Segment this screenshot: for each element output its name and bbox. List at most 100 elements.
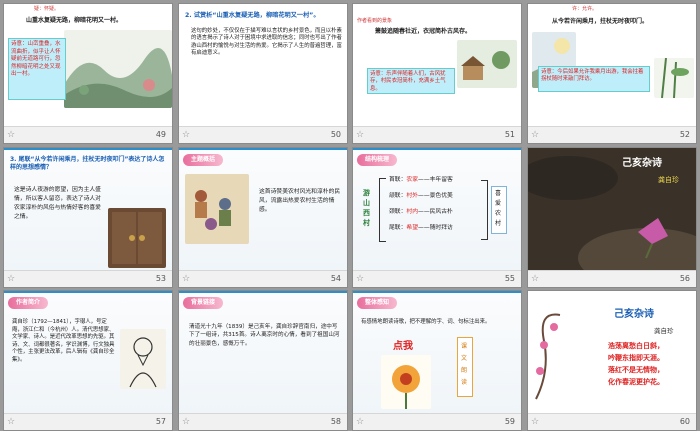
slide-title: 3. 尾联“从今若许闲乘月，拄杖无时夜叩门”表达了诗人怎样的思想感情？ [10, 156, 165, 171]
slide-number: 57 [155, 417, 166, 426]
flower-picture [381, 355, 431, 409]
slide-footer: ☆ 51 [353, 126, 521, 143]
poem-title: 己亥杂诗 [622, 158, 662, 169]
poem-line: 化作春泥更护花。 [608, 378, 664, 386]
slide-thumbnail-56[interactable]: 己亥杂诗 龚自珍 ☆ 56 [527, 147, 697, 288]
section-label: 整体感知 [357, 297, 397, 309]
poem-line: 吟鞭东指即天涯。 [608, 354, 664, 362]
click-me-button[interactable]: 点我 [393, 341, 413, 353]
verse-line: 山重水复疑无路，柳暗花明又一村。 [26, 17, 123, 24]
slide-footer: ☆ 50 [179, 126, 347, 143]
verse-line: 从今若许闲乘月，拄杖无时夜叩门。 [552, 18, 649, 25]
slide-body: 这是诗人夜游的愿望，因为主人盛情，所以客人留恋，表达了诗人对农家淳朴的风俗与热情… [14, 187, 101, 220]
slide-number: 56 [679, 274, 690, 283]
landscape-painting [64, 30, 172, 108]
slide-footer: ☆ 59 [353, 413, 521, 430]
meaning-text: 诗意：今后如果允许我乘月出游，我会拄着拐杖随时来敲门拜访。 [541, 69, 644, 83]
meaning-box: 诗意：今后如果允许我乘月出游，我会拄着拐杖随时来敲门拜访。 [538, 66, 650, 92]
slide-footer: ☆ 54 [179, 270, 347, 287]
structure-row: 尾联：希望——随时拜访 [389, 225, 453, 231]
slide-number: 58 [330, 417, 341, 426]
slide-thumbnail-49[interactable]: 疑：怀疑。 山重水复疑无路，柳暗花明又一村。 诗意：山峦重叠，水流曲折，似乎让人… [3, 3, 173, 144]
star-icon: ☆ [7, 274, 16, 284]
star-icon: ☆ [356, 274, 365, 284]
slide-thumbnail-50[interactable]: 2. 试赏析“山重水复疑无路，柳暗花明又一村”。 这句的妙处，不仅仅在于描写难以… [178, 3, 348, 144]
meaning-text: 诗意：乐声伴随着人们，古风犹存，村民衣冠简朴，充满乡土气息。 [370, 71, 446, 92]
bamboo-picture [654, 58, 694, 98]
slide-body: 这首诗赞美农村风光和淳朴的民风，流露出热爱农村生活的情感。 [259, 189, 341, 213]
ancient-painting [185, 174, 249, 244]
star-icon: ☆ [182, 417, 191, 427]
slide-footer: ☆ 60 [528, 413, 696, 430]
star-icon: ☆ [531, 417, 540, 427]
poem-line: 落红不是无情物， [608, 366, 664, 374]
slide-body: 清道光十九年（1839）是己亥年，龚自珍辞官南归，途中写下了一组诗，共315首。… [189, 324, 340, 347]
slide-thumbnail-51[interactable]: 作者看到的景象 箫鼓追随春社近，衣冠简朴古风存。 诗意：乐声伴随着人们，古风犹存… [352, 3, 522, 144]
slide-footer: ☆ 49 [4, 126, 172, 143]
door-picture [108, 208, 166, 268]
star-icon: ☆ [356, 417, 365, 427]
theme-box: 喜爱农村 [491, 186, 507, 234]
slide-footer: ☆ 52 [528, 126, 696, 143]
right-brace [481, 180, 488, 240]
star-icon: ☆ [7, 417, 16, 427]
section-label: 主题概括 [183, 154, 223, 166]
slide-number: 49 [155, 130, 166, 139]
meaning-box: 诗意：山峦重叠，水流曲折，似乎让人怀疑前无道路可行，忽然柳暗花明之处又现出一村。 [8, 38, 66, 100]
star-icon: ☆ [7, 130, 16, 140]
slide-thumbnail-55[interactable]: 结构梳理 游山西村 首联：农家——丰年留客 颔联：村外——景色优美 颈联：村内—… [352, 147, 522, 288]
slide-body: 这句的妙处，不仅仅在于描写难以言状的乡村景色，而且以朴素的语言揭示了诗人对于困境… [191, 28, 342, 57]
slide-thumbnail-54[interactable]: 主题概括 这首诗赞美农村风光和淳朴的民风，流露出热爱农村生活的情感。 ☆ 54 [178, 147, 348, 288]
meaning-text: 诗意：山峦重叠，水流曲折，似乎让人怀疑前无道路可行，忽然柳暗花明之处又现出一村。 [11, 41, 61, 77]
slide-thumbnail-52[interactable]: 许：允许。 从今若许闲乘月，拄杖无时夜叩门。 诗意：今后如果允许我乘月出游，我会… [527, 3, 697, 144]
annotation: 疑：怀疑。 [34, 6, 60, 12]
slide-number: 53 [155, 274, 166, 283]
poem-author: 龚自珍 [654, 327, 674, 335]
slide-number: 55 [504, 274, 515, 283]
section-label: 背景链接 [183, 297, 223, 309]
slide-number: 59 [504, 417, 515, 426]
slide-footer: ☆ 57 [4, 413, 172, 430]
fallen-flower-photo [528, 148, 696, 273]
slide-footer: ☆ 56 [528, 270, 696, 287]
structure-center: 游山西村 [363, 189, 370, 227]
poem-author: 龚自珍 [658, 176, 679, 184]
annotation: 作者看到的景象 [357, 18, 393, 24]
slide-number: 60 [679, 417, 690, 426]
top-rule [353, 148, 521, 150]
slide-footer: ☆ 55 [353, 270, 521, 287]
star-icon: ☆ [182, 130, 191, 140]
slide-number: 52 [679, 130, 690, 139]
structure-row: 颈联：村内——民风古朴 [389, 209, 453, 215]
reading-label: 课文朗读 [461, 343, 468, 386]
slide-thumbnail-59[interactable]: 整体感知 有感情地朗读诗歌，把不理解的字、词、句标注出来。 点我 课文朗读 ☆ 5… [352, 290, 522, 431]
poem-title: 己亥杂诗 [614, 309, 654, 320]
poem-line: 浩荡离愁白日斜， [608, 342, 664, 350]
verse-line: 箫鼓追随春社近，衣冠简朴古风存。 [375, 28, 472, 35]
structure-row: 首联：农家——丰年留客 [389, 177, 453, 183]
slide-thumbnail-58[interactable]: 背景链接 清道光十九年（1839）是己亥年，龚自珍辞官南归，途中写下了一组诗，共… [178, 290, 348, 431]
slide-title: 2. 试赏析“山重水复疑无路，柳暗花明又一村”。 [185, 12, 320, 19]
slide-footer: ☆ 53 [4, 270, 172, 287]
theme-text: 喜爱农村 [495, 190, 502, 227]
top-rule [353, 291, 521, 293]
author-portrait [120, 329, 166, 389]
star-icon: ☆ [531, 130, 540, 140]
left-brace [379, 178, 386, 242]
structure-row: 颔联：村外——景色优美 [389, 193, 453, 199]
reading-button[interactable]: 课文朗读 [457, 337, 473, 397]
star-icon: ☆ [531, 274, 540, 284]
section-label: 作者简介 [8, 297, 48, 309]
plum-blossom-picture [530, 311, 578, 401]
section-label: 结构梳理 [357, 154, 397, 166]
top-rule [179, 291, 347, 293]
village-picture [457, 40, 517, 88]
slide-number: 54 [330, 274, 341, 283]
slide-sorter-grid: 疑：怀疑。 山重水复疑无路，柳暗花明又一村。 诗意：山峦重叠，水流曲折，似乎让人… [0, 0, 700, 431]
slide-number: 51 [504, 130, 515, 139]
slide-thumbnail-57[interactable]: 作者简介 龚自珍（1792—1841），字璱人，号定庵，浙江仁和（今杭州）人。清… [3, 290, 173, 431]
slide-thumbnail-60[interactable]: 己亥杂诗 龚自珍 浩荡离愁白日斜， 吟鞭东指即天涯。 落红不是无情物， 化作春泥… [527, 290, 697, 431]
slide-thumbnail-53[interactable]: 3. 尾联“从今若许闲乘月，拄杖无时夜叩门”表达了诗人怎样的思想感情？ 这是诗人… [3, 147, 173, 288]
meaning-box: 诗意：乐声伴随着人们，古风犹存，村民衣冠简朴，充满乡土气息。 [367, 68, 455, 94]
star-icon: ☆ [356, 130, 365, 140]
